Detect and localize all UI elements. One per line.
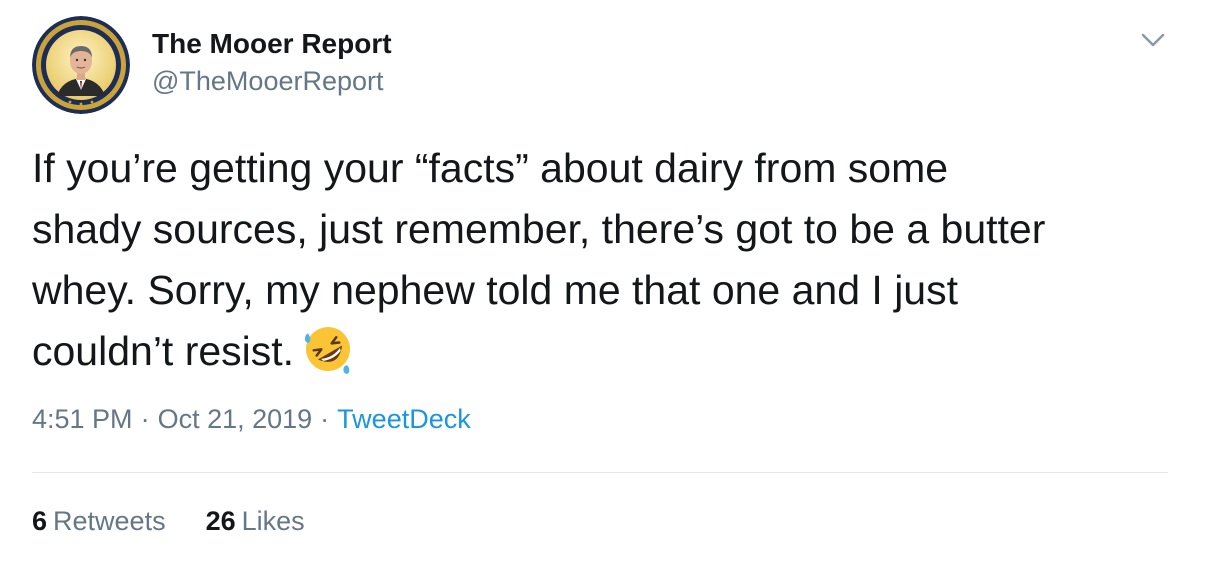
tweet-date[interactable]: Oct 21, 2019: [158, 404, 313, 434]
avatar[interactable]: [32, 16, 130, 114]
retweets-count: 6: [32, 506, 48, 536]
tweet-text-line: shady sources, just remember, there’s go…: [32, 206, 1046, 252]
retweets-label: Retweets: [53, 506, 166, 536]
rolling-on-floor-laughing-icon: [300, 321, 356, 377]
tweet-text-fragment: couldn’t resist.: [32, 328, 295, 374]
tweet-stats: 6 Retweets 26 Likes: [32, 506, 305, 537]
tweet-text-line: If you’re getting your “facts” about dai…: [32, 145, 949, 191]
chevron-down-icon[interactable]: [1138, 28, 1168, 52]
tweet-meta: 4:51 PM · Oct 21, 2019 · TweetDeck: [32, 404, 471, 435]
meta-separator: ·: [140, 404, 150, 434]
tweet-text: If you’re getting your “facts” about dai…: [32, 138, 1192, 382]
divider: [32, 472, 1168, 473]
likes-count: 26: [205, 506, 236, 536]
retweets-stat[interactable]: 6 Retweets: [32, 506, 166, 537]
tweet-source-link[interactable]: TweetDeck: [337, 404, 471, 434]
seal-portrait-icon: [32, 16, 130, 114]
tweet-text-line: whey. Sorry, my nephew told me that one …: [32, 267, 959, 313]
display-name[interactable]: The Mooer Report: [152, 28, 392, 60]
likes-stat[interactable]: 26 Likes: [206, 506, 305, 537]
user-handle[interactable]: @TheMooerReport: [152, 66, 384, 97]
meta-separator: ·: [320, 404, 330, 434]
tweet-text-line-last: couldn’t resist.: [32, 321, 1192, 382]
tweet-card: The Mooer Report @TheMooerReport If you’…: [0, 0, 1220, 568]
tweet-time[interactable]: 4:51 PM: [32, 404, 133, 434]
likes-label: Likes: [241, 506, 305, 536]
